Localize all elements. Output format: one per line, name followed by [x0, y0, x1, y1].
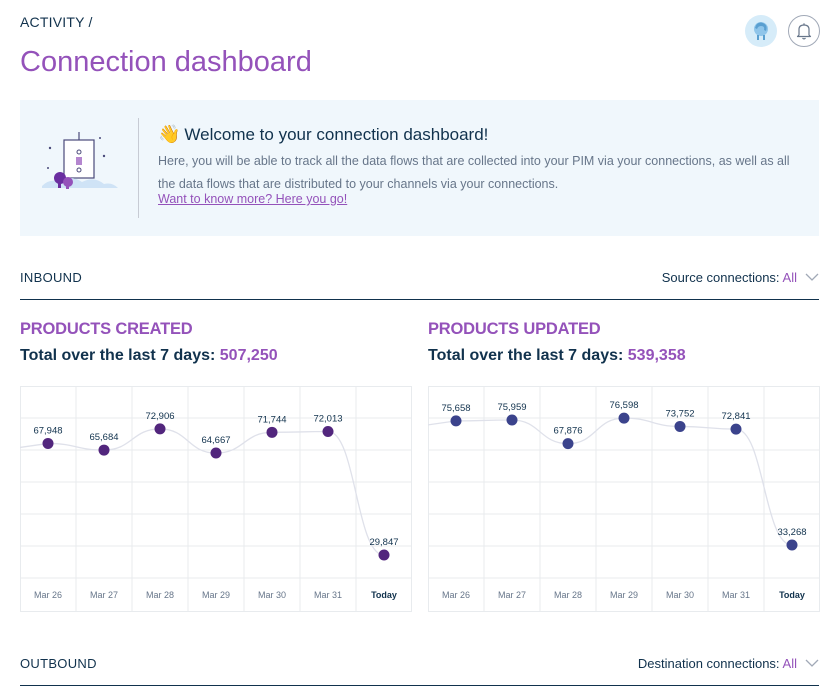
waving-hand-icon: 👋	[158, 124, 181, 144]
source-connections-filter[interactable]: Source connections: All	[662, 270, 819, 285]
welcome-title: 👋 Welcome to your connection dashboard!	[158, 124, 488, 145]
bell-icon	[796, 23, 812, 40]
filter-value: All	[782, 270, 797, 285]
data-point[interactable]	[562, 438, 574, 450]
data-point[interactable]	[730, 423, 742, 435]
page-title: Connection dashboard	[20, 46, 312, 78]
x-tick-label: Mar 31	[722, 590, 750, 600]
x-tick-label: Mar 27	[90, 590, 118, 600]
data-label: 72,906	[145, 411, 174, 422]
data-label: 75,959	[497, 402, 526, 413]
welcome-description: Here, you will be able to track all the …	[158, 154, 790, 191]
help-link[interactable]: Want to know more? Here you go!	[158, 192, 347, 206]
x-tick-label: Mar 26	[34, 590, 62, 600]
data-label: 75,658	[441, 403, 470, 414]
data-label: 65,684	[89, 432, 118, 443]
data-point[interactable]	[674, 420, 686, 432]
filter-value: All	[782, 656, 797, 671]
x-tick-label: Mar 28	[554, 590, 582, 600]
divider	[138, 118, 139, 218]
data-label: 33,268	[777, 527, 806, 538]
products-updated-line-chart: 75,658 75,959 67,876 76,598 73,752 72,841 33,2…	[427, 386, 820, 612]
chevron-down-icon	[805, 273, 819, 281]
x-tick-label: Mar 30	[258, 590, 286, 600]
filter-label: Source connections:	[661, 270, 780, 285]
data-point[interactable]	[154, 423, 166, 435]
products-created-chart: 67,948 65,684 72,906 64,667 71,744 72,013 29,8…	[19, 386, 412, 617]
total-value: 539,358	[627, 347, 686, 364]
data-point[interactable]	[450, 415, 462, 427]
destination-connections-filter[interactable]: Destination connections: All	[638, 656, 819, 671]
avatar[interactable]	[745, 15, 777, 47]
total-label: Total over the last 7 days:	[20, 347, 216, 364]
data-point[interactable]	[618, 412, 630, 424]
metric-total: Total over the last 7 days: 507,250	[20, 347, 278, 365]
data-label: 67,948	[33, 425, 62, 436]
x-tick-label: Mar 30	[666, 590, 694, 600]
data-label: 29,847	[369, 537, 398, 548]
x-tick-label: Mar 29	[202, 590, 230, 600]
data-point[interactable]	[786, 539, 798, 551]
products-updated-metric: PRODUCTS UPDATED Total over the last 7 d…	[428, 320, 686, 365]
data-point[interactable]	[506, 414, 518, 426]
data-label: 72,841	[721, 411, 750, 422]
data-point[interactable]	[42, 437, 54, 449]
data-label: 64,667	[201, 435, 230, 446]
data-label: 67,876	[553, 426, 582, 437]
outbound-section-header: OUTBOUND Destination connections: All	[20, 656, 819, 686]
filter-label: Destination connections:	[637, 656, 780, 671]
x-tick-label: Mar 27	[498, 590, 526, 600]
metric-title: PRODUCTS UPDATED	[428, 320, 601, 338]
chevron-down-icon	[805, 659, 819, 667]
products-updated-chart: 75,658 75,959 67,876 76,598 73,752 72,841 33,2…	[427, 386, 820, 617]
x-tick-label: Today	[371, 590, 397, 600]
notifications-button[interactable]	[788, 15, 820, 47]
inbound-section-header: INBOUND Source connections: All	[20, 270, 819, 300]
user-avatar-icon	[754, 22, 768, 40]
x-tick-label: Mar 26	[442, 590, 470, 600]
data-label: 72,013	[313, 414, 342, 425]
metric-title: PRODUCTS CREATED	[20, 320, 193, 338]
welcome-title-text: Welcome to your connection dashboard!	[184, 125, 489, 144]
data-point[interactable]	[266, 426, 278, 438]
data-label: 76,598	[609, 400, 638, 411]
x-tick-label: Mar 31	[314, 590, 342, 600]
data-point[interactable]	[98, 444, 110, 456]
data-point[interactable]	[210, 447, 222, 459]
metric-total: Total over the last 7 days: 539,358	[428, 347, 686, 365]
outbound-title: OUTBOUND	[20, 656, 97, 671]
data-point[interactable]	[322, 426, 334, 438]
breadcrumb[interactable]: ACTIVITY /	[20, 14, 93, 30]
data-label: 73,752	[665, 408, 694, 419]
total-label: Total over the last 7 days:	[428, 347, 624, 364]
inbound-title: INBOUND	[20, 270, 83, 285]
x-tick-label: Mar 29	[610, 590, 638, 600]
products-created-metric: PRODUCTS CREATED Total over the last 7 d…	[20, 320, 278, 365]
x-tick-label: Mar 28	[146, 590, 174, 600]
data-label: 71,744	[257, 414, 286, 425]
connection-illustration	[42, 132, 118, 189]
data-point[interactable]	[378, 549, 390, 561]
products-created-line-chart: 67,948 65,684 72,906 64,667 71,744 72,013 29,8…	[19, 386, 412, 612]
x-tick-label: Today	[779, 590, 805, 600]
total-value: 507,250	[219, 347, 278, 364]
welcome-panel: 👋 Welcome to your connection dashboard! H…	[20, 100, 819, 236]
